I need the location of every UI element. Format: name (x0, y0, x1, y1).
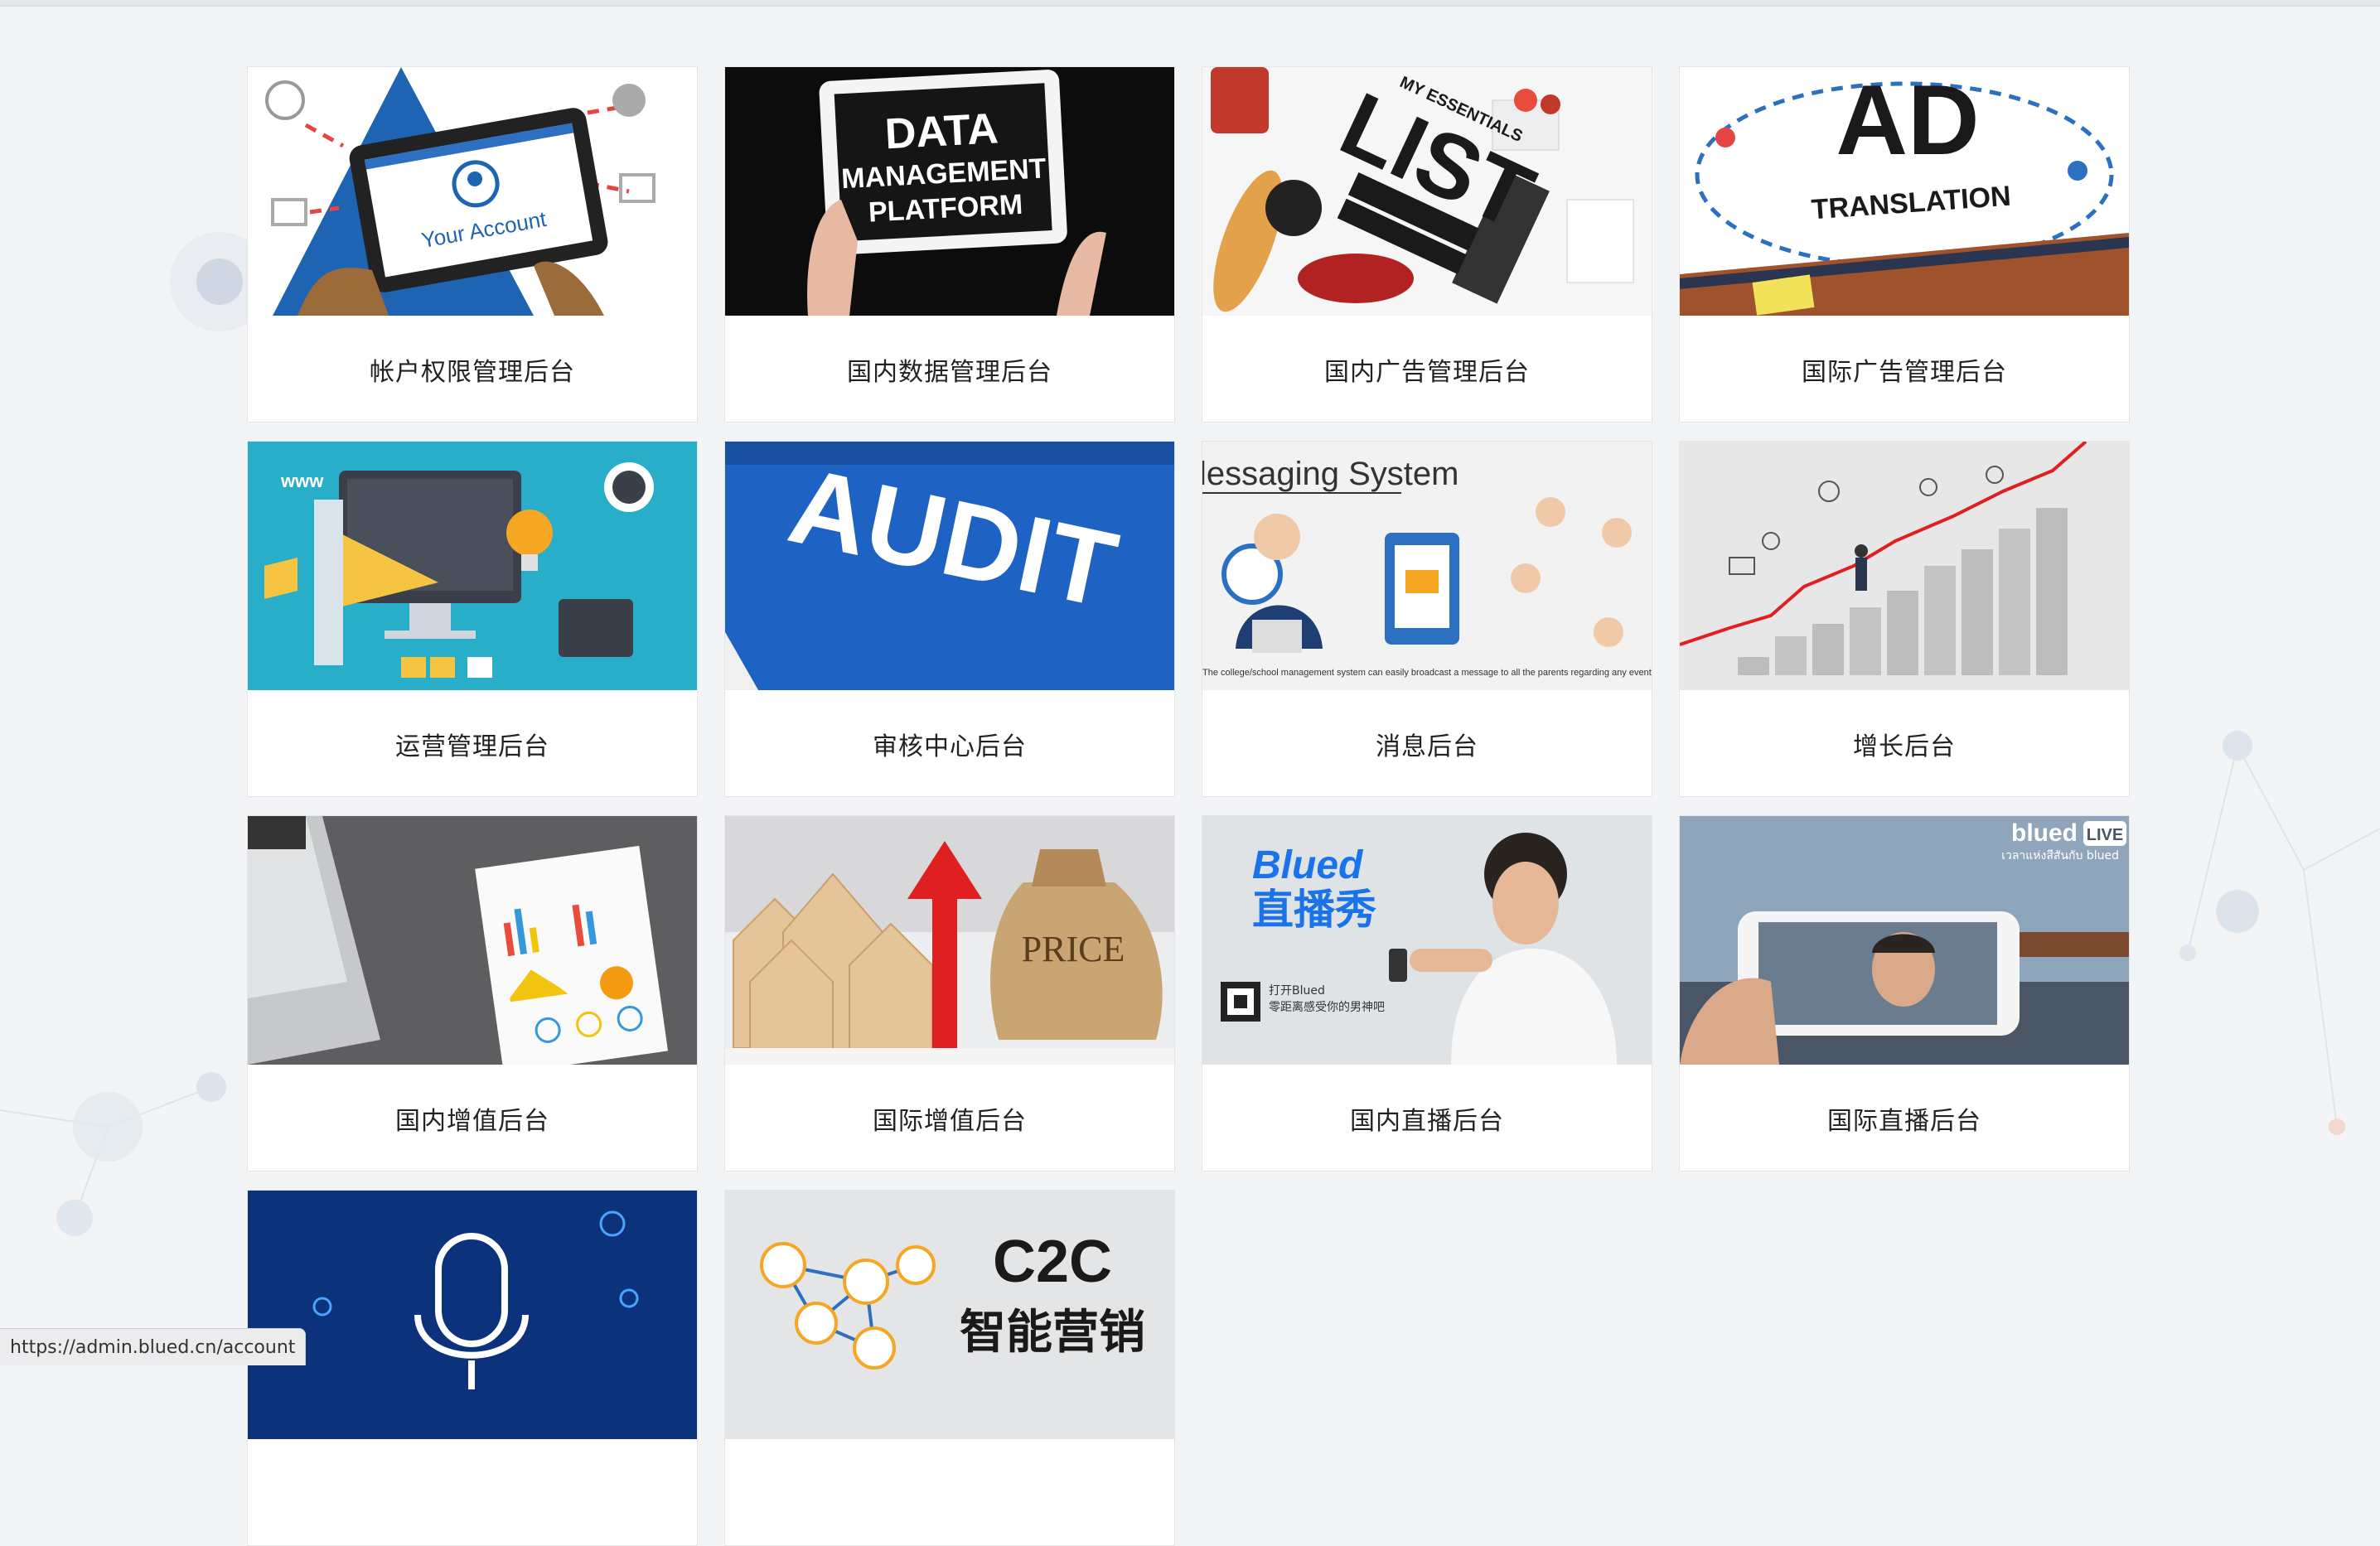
card-messaging[interactable]: lessaging System The college/school mana… (1202, 441, 1652, 797)
card-international-ad[interactable]: AD TRANSLATION 国际广告管理后台 (1679, 66, 2130, 423)
card-title: 国内广告管理后台 (1324, 358, 1530, 387)
card-image-ad-translation: AD TRANSLATION (1680, 67, 2129, 316)
card-audit-center[interactable]: AUDIT 审核中心后台 (724, 441, 1175, 797)
card-image-operations: www (248, 442, 697, 690)
svg-text:www: www (280, 471, 324, 491)
card-image-account: Your Account (248, 67, 697, 316)
card-image-messaging: lessaging System The college/school mana… (1202, 442, 1652, 690)
card-title: 运营管理后台 (395, 732, 549, 761)
card-title: 消息后台 (1376, 732, 1478, 761)
card-title: 国际广告管理后台 (1802, 358, 2007, 387)
card-image-audit: AUDIT (725, 442, 1174, 690)
card-title (248, 1439, 697, 1545)
card-account-permission[interactable]: Your Account 帐户权限管理后台 (247, 66, 698, 423)
card-title: 增长后台 (1853, 732, 1956, 761)
card-image-growth (1680, 442, 2129, 690)
card-image-blued-live-intl: blued LIVE เวลาแห่งสีสันกับ blued (1680, 816, 2129, 1065)
svg-text:Blued: Blued (1252, 843, 1364, 887)
card-domestic-live[interactable]: Blued 直播秀 打开Blued 零距离感受你的男神吧 国内直播后台 (1202, 815, 1652, 1172)
card-image-blued-live: Blued 直播秀 打开Blued 零距离感受你的男神吧 (1202, 816, 1652, 1065)
card-c2c-marketing[interactable]: C2C 智能营销 (724, 1190, 1175, 1546)
card-voice[interactable] (247, 1190, 698, 1546)
card-image-value-added (248, 816, 697, 1065)
svg-text:LIVE: LIVE (2087, 826, 2123, 844)
card-image-voice (248, 1191, 697, 1439)
svg-text:直播秀: 直播秀 (1252, 886, 1376, 934)
card-title: 国内数据管理后台 (847, 358, 1052, 387)
card-domestic-value-added[interactable]: 国内增值后台 (247, 815, 698, 1172)
svg-text:AD: AD (1836, 67, 1979, 176)
svg-text:The college/school management: The college/school management system can… (1202, 668, 1652, 678)
svg-text:DATA: DATA (883, 104, 999, 158)
card-growth[interactable]: 增长后台 (1679, 441, 2130, 797)
card-title: 国内增值后台 (395, 1107, 549, 1136)
card-title: 帐户权限管理后台 (370, 358, 575, 387)
card-image-price: PRICE (725, 816, 1174, 1065)
svg-text:เวลาแห่งสีสันกับ blued: เวลาแห่งสีสันกับ blued (2001, 849, 2119, 862)
card-title (725, 1439, 1174, 1545)
card-international-live[interactable]: blued LIVE เวลาแห่งสีสันกับ blued 国际直播后台 (1679, 815, 2130, 1172)
card-title: 审核中心后台 (873, 732, 1027, 761)
card-title: 国际直播后台 (1827, 1107, 1981, 1136)
svg-text:blued: blued (2011, 819, 2078, 847)
svg-text:打开Blued: 打开Blued (1269, 983, 1325, 998)
card-operations[interactable]: www 运营管理后台 (247, 441, 698, 797)
svg-text:C2C: C2C (993, 1229, 1112, 1295)
status-url: https://admin.blued.cn/account (10, 1336, 296, 1358)
card-domestic-ad[interactable]: LIST MY ESSENTIALS 国内广告管理后台 (1202, 66, 1652, 423)
card-title: 国际增值后台 (873, 1107, 1027, 1136)
link-status-bar: https://admin.blued.cn/account (0, 1328, 307, 1365)
svg-text:lessaging System: lessaging System (1202, 456, 1458, 492)
card-image-c2c: C2C 智能营销 (725, 1191, 1174, 1439)
svg-text:智能营销: 智能营销 (960, 1306, 1145, 1360)
svg-text:零距离感受你的男神吧: 零距离感受你的男神吧 (1269, 1000, 1385, 1014)
svg-text:PRICE: PRICE (1022, 929, 1125, 969)
card-domestic-data[interactable]: DATA MANAGEMENT PLATFORM 国内数据管理后台 (724, 66, 1175, 423)
card-image-ad-list: LIST MY ESSENTIALS (1202, 67, 1652, 316)
card-image-data: DATA MANAGEMENT PLATFORM (725, 67, 1174, 316)
card-international-value-added[interactable]: PRICE 国际增值后台 (724, 815, 1175, 1172)
card-title: 国内直播后台 (1350, 1107, 1504, 1136)
